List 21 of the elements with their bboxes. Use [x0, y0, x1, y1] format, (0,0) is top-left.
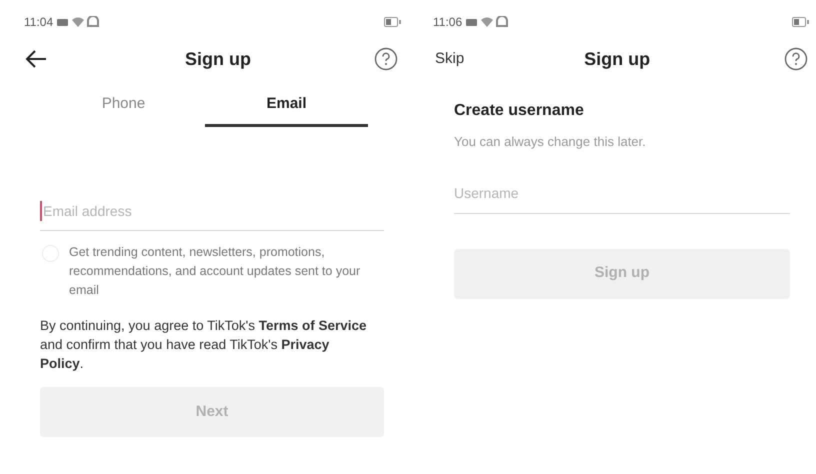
help-icon[interactable]	[784, 47, 808, 71]
legal-text: By continuing, you agree to TikTok's Terms of Service and confirm that you have read TikTok's Privacy Policy.	[40, 317, 368, 373]
status-icons	[57, 16, 102, 28]
skip-link[interactable]: Skip	[435, 48, 464, 70]
screen-title: Sign up	[185, 48, 251, 71]
heading: Create username	[454, 101, 585, 121]
tab[interactable]: Phone	[42, 85, 205, 127]
subtitle: You can always change this later.	[454, 133, 647, 151]
screen-title: Sign up	[584, 48, 650, 71]
help-icon[interactable]	[374, 47, 398, 71]
back-arrow-icon[interactable]	[24, 49, 48, 69]
text-cursor	[40, 201, 42, 221]
tab[interactable]: Email	[205, 85, 368, 127]
input-field[interactable]: Email address	[40, 191, 384, 231]
battery-icon	[384, 17, 402, 27]
battery-icon	[792, 17, 810, 27]
status-time: 11:06	[433, 14, 462, 31]
newsletter-label: Get trending content, newsletters, promotions, recommendations, and account updates sent to your email	[69, 244, 362, 299]
status-icons	[466, 16, 510, 28]
status-time: 11:04	[24, 14, 54, 31]
input-field[interactable]: Username	[454, 174, 790, 214]
